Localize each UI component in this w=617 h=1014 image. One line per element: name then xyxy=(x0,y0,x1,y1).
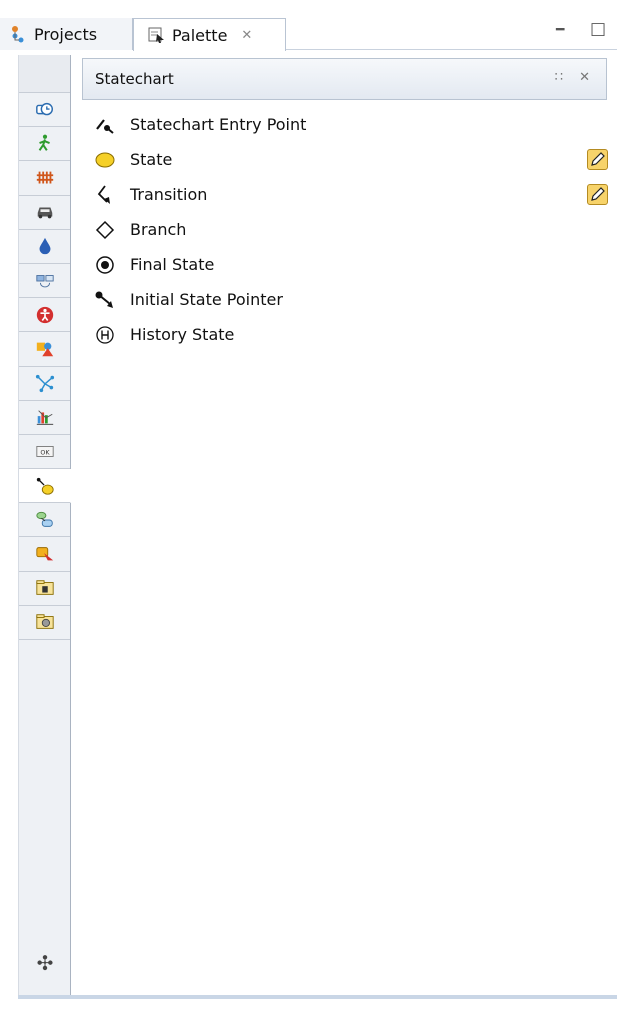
statechart-drawer-header[interactable]: Statechart ∷ ✕ xyxy=(82,58,607,100)
branch-icon xyxy=(94,219,116,241)
process-icon xyxy=(35,274,54,287)
palette-item-list: Statechart Entry Point State Transition xyxy=(94,107,614,352)
palette-item-state[interactable]: State xyxy=(94,142,614,177)
strip-button-ok-button[interactable]: OK xyxy=(19,435,70,470)
view-tab-bar: Projects Palette ✕ ━ □ xyxy=(0,0,617,51)
svg-text:OK: OK xyxy=(40,450,50,457)
strip-button-presentation[interactable] xyxy=(19,572,70,606)
strip-button-rail[interactable] xyxy=(19,161,70,196)
tab-palette[interactable]: Palette ✕ xyxy=(133,18,286,51)
statechart-entry-point-icon xyxy=(94,114,116,136)
strip-button-timer[interactable] xyxy=(19,93,70,128)
strip-button-pedestrian[interactable] xyxy=(19,127,70,162)
car-icon xyxy=(37,207,52,219)
drawer-title: Statechart xyxy=(95,70,174,88)
palette-icon xyxy=(148,26,166,44)
3d-object-icon xyxy=(35,614,54,630)
strip-button-statechart[interactable] xyxy=(19,469,71,504)
pencil-icon[interactable] xyxy=(587,184,608,205)
actions-icon xyxy=(35,547,53,561)
tab-projects[interactable]: Projects xyxy=(0,18,133,50)
statechart-icon xyxy=(36,477,54,495)
accessibility-icon xyxy=(36,306,53,323)
close-icon[interactable]: ✕ xyxy=(241,28,252,43)
history-state-icon xyxy=(94,324,116,346)
palette-item-branch[interactable]: Branch xyxy=(94,212,614,247)
add-palette-icon[interactable]: ✣ xyxy=(19,951,71,975)
palette-item-final-state[interactable]: Final State xyxy=(94,247,614,282)
strip-button-network[interactable] xyxy=(19,367,70,401)
strip-button-analysis-chart[interactable] xyxy=(19,401,70,435)
shapes-icon xyxy=(36,342,53,357)
strip-button-process[interactable] xyxy=(19,264,70,299)
view-bottom-border xyxy=(18,995,617,999)
state-icon xyxy=(94,149,116,171)
minimize-icon[interactable]: ━ xyxy=(556,22,564,38)
strip-button-car[interactable] xyxy=(19,196,70,230)
strip-header xyxy=(19,55,70,93)
rail-icon xyxy=(36,171,53,184)
palette-item-label: Initial State Pointer xyxy=(130,290,283,309)
maximize-icon[interactable]: □ xyxy=(590,19,606,39)
palette-item-initial-state-pointer[interactable]: Initial State Pointer xyxy=(94,282,614,317)
final-state-icon xyxy=(94,254,116,276)
drawer-tools-icon[interactable]: ∷ ✕ xyxy=(555,70,596,85)
palette-item-statechart-entry-point[interactable]: Statechart Entry Point xyxy=(94,107,614,142)
fluid-icon xyxy=(39,238,50,255)
palette-item-label: State xyxy=(130,150,173,169)
pedestrian-icon xyxy=(38,134,50,151)
network-icon xyxy=(35,374,54,393)
palette-item-label: Statechart Entry Point xyxy=(130,115,307,134)
ok-button-icon: OK xyxy=(35,446,54,458)
strip-button-fluid[interactable] xyxy=(19,230,70,264)
strip-button-3d-object[interactable] xyxy=(19,606,70,640)
transition-icon xyxy=(94,184,116,206)
palette-category-strip: OK ✣ xyxy=(18,55,71,995)
timer-icon xyxy=(35,102,53,115)
agent-icon xyxy=(35,511,53,527)
palette-item-label: Branch xyxy=(130,220,187,239)
palette-item-label: Final State xyxy=(130,255,215,274)
analysis-chart-icon xyxy=(36,410,53,426)
initial-state-pointer-icon xyxy=(94,289,116,311)
palette-item-label: Transition xyxy=(130,185,208,204)
tab-projects-label: Projects xyxy=(34,24,98,44)
palette-item-label: History State xyxy=(130,325,235,344)
pencil-icon[interactable] xyxy=(587,149,608,170)
presentation-icon xyxy=(35,580,54,596)
palette-panel: Statechart ∷ ✕ Statechart Entry Point St… xyxy=(72,55,617,995)
tab-palette-label: Palette xyxy=(172,25,228,45)
strip-button-actions[interactable] xyxy=(19,537,70,572)
palette-item-history-state[interactable]: History State xyxy=(94,317,614,352)
strip-button-agent[interactable] xyxy=(19,503,70,538)
strip-button-accessibility[interactable] xyxy=(19,298,70,333)
strip-button-shapes[interactable] xyxy=(19,332,70,367)
palette-item-transition[interactable]: Transition xyxy=(94,177,614,212)
projects-icon xyxy=(10,25,28,43)
